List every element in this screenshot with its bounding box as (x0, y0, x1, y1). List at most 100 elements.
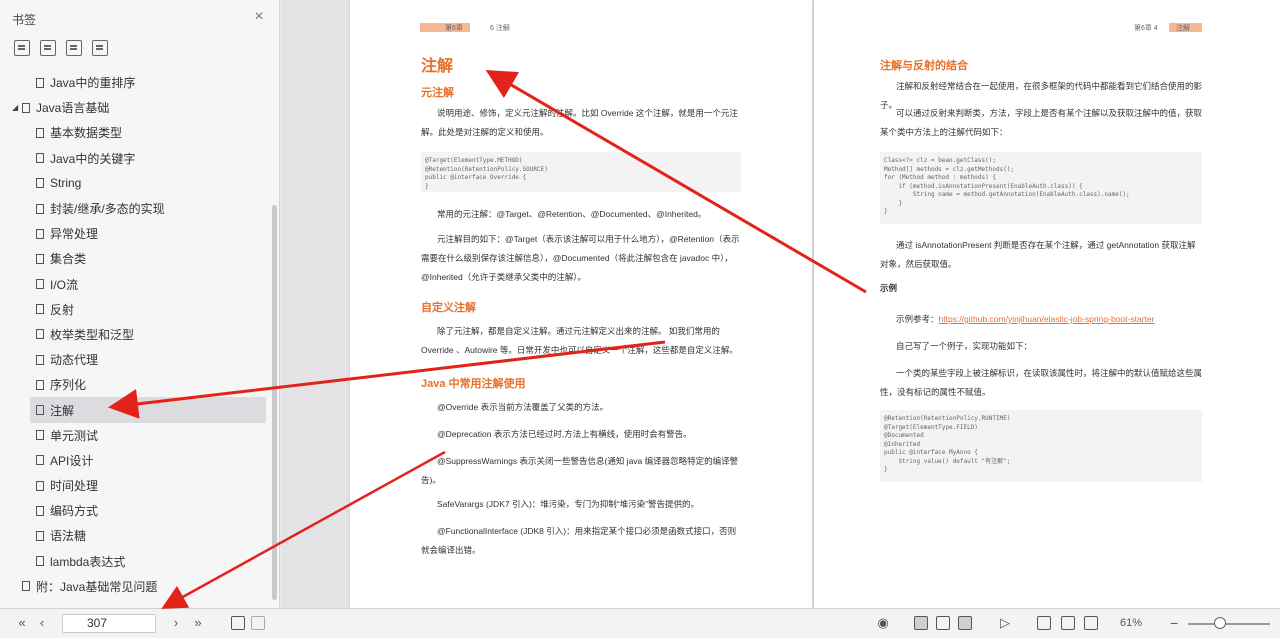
play-circle-icon[interactable]: ▷ (997, 615, 1013, 631)
document-icon (36, 178, 44, 189)
document-icon (36, 253, 44, 264)
document-icon (36, 455, 44, 466)
list-item: @FunctionalInterface (JDK8 引入)：用来指定某个接口必… (421, 526, 737, 555)
eye-icon[interactable]: ◉ (875, 615, 891, 631)
zoom-out-icon[interactable]: − (1170, 615, 1178, 631)
toc-item-exceptions[interactable]: 异常处理 (0, 221, 270, 246)
document-icon (22, 102, 30, 113)
document-icon (36, 379, 44, 390)
reference-line: 示例参考：https://github.com/yinjihuan/elasti… (896, 314, 1155, 324)
document-viewport[interactable]: 第6章 6 注解 注解 元注解 说明用途、修饰，定义元注解的注解。比如 Over… (281, 0, 1280, 608)
toc-item-time[interactable]: 时间处理 (0, 473, 270, 498)
document-icon (36, 480, 44, 491)
toc-item-string[interactable]: String (0, 171, 270, 196)
header-left-text: 第6章 (445, 25, 463, 32)
document-icon (36, 279, 44, 290)
bookmark-icon[interactable] (92, 40, 108, 56)
code-block: Class<?> clz = bean.getClass(); Method[]… (880, 152, 1202, 224)
zoom-slider-track[interactable] (1188, 623, 1270, 625)
fit-page-icon[interactable] (1061, 616, 1075, 630)
toc-item-unit-test[interactable]: 单元测试 (0, 423, 270, 448)
paragraph: 常用的元注解：@Target、@Retention、@Documented、@I… (437, 209, 707, 219)
page-left: 第6章 6 注解 注解 元注解 说明用途、修饰，定义元注解的注解。比如 Over… (350, 0, 812, 608)
toc-item-encoding[interactable]: 编码方式 (0, 498, 270, 523)
list-item: @SuppressWarnings 表示关闭一些警告信息(通知 java 编译器… (421, 456, 739, 485)
bookmark-comment-icon[interactable] (40, 40, 56, 56)
toc-item-java-basics[interactable]: ◢ Java语言基础 (0, 95, 270, 120)
paragraph: 一个类的某些字段上被注解标识，在读取该属性时，将注解中的默认值赋给这些属性，没有… (880, 368, 1203, 397)
list-item: SafeVarargs (JDK7 引入)：堆污染，专门为抑制“堆污染”警告提供… (437, 499, 699, 509)
document-icon (36, 304, 44, 315)
section-title: 注解与反射的结合 (880, 60, 968, 72)
toc-item-collections[interactable]: 集合类 (0, 246, 270, 271)
toc-item-syntactic-sugar[interactable]: 语法糖 (0, 523, 270, 548)
sidebar-scrollbar[interactable] (272, 205, 277, 600)
toc-item-annotations[interactable]: 注解 (30, 397, 266, 423)
close-icon[interactable]: × (250, 8, 268, 26)
edit-page-icon[interactable] (936, 616, 950, 630)
document-icon (36, 556, 44, 567)
page-right: 第6章 4 注解 注解与反射的结合 注解和反射经常结合在一起使用，在很多框架的代… (814, 0, 1280, 608)
first-page-icon[interactable]: « (14, 615, 30, 631)
reference-link[interactable]: https://github.com/yinjihuan/elastic-job… (939, 314, 1155, 324)
paragraph: 自己写了一个例子，实现功能如下： (896, 341, 1033, 351)
document-icon (36, 430, 44, 441)
bookmark-add-icon[interactable] (14, 40, 30, 56)
toc-item-io[interactable]: I/O流 (0, 272, 270, 297)
toc-item-reorder[interactable]: Java中的重排序 (0, 70, 270, 95)
toc-item-oop[interactable]: 封装/继承/多态的实现 (0, 196, 270, 221)
section-title-meta: 元注解 (421, 87, 454, 99)
document-icon (36, 329, 44, 340)
paragraph: 可以通过反射来判断类，方法，字段上是否有某个注解以及获取注解中的值，获取某个类中… (880, 108, 1203, 137)
paragraph: 说明用途、修饰，定义元注解的注解。比如 Override 这个注解，就是用一个元… (421, 108, 738, 137)
prev-page-icon[interactable]: ‹ (34, 615, 50, 631)
bookmark-sidebar: 书签 × Java中的重排序 ◢ Java语言基础 基本数据类型 Java中的关键… (0, 0, 280, 608)
document-icon (22, 581, 30, 592)
section-title-common: Java 中常用注解使用 (421, 378, 526, 390)
bookmark-list: Java中的重排序 ◢ Java语言基础 基本数据类型 Java中的关键字 Str… (0, 70, 270, 599)
page-title: 注解 (421, 58, 454, 75)
sidebar-title: 书签 (12, 13, 37, 27)
example-label: 示例 (880, 283, 898, 293)
header-left-text: 第6章 4 (1134, 25, 1158, 32)
last-page-icon[interactable]: » (190, 615, 206, 631)
toc-item-lambda[interactable]: lambda表达式 (0, 549, 270, 574)
code-block: @Target(ElementType.METHOD) @Retention(R… (421, 152, 741, 192)
header-right-text: 注解 (1176, 25, 1190, 32)
expand-arrow-icon[interactable]: ◢ (12, 103, 18, 112)
document-icon (36, 127, 44, 138)
play-icon[interactable] (231, 616, 245, 630)
toc-item-faq[interactable]: 附：Java基础常见问题 (0, 574, 270, 599)
fit-width-icon[interactable] (1037, 616, 1051, 630)
bookmark-book-icon[interactable] (66, 40, 82, 56)
document-icon (36, 153, 44, 164)
document-icon (36, 77, 44, 88)
toc-item-api-design[interactable]: API设计 (0, 448, 270, 473)
paragraph: 通过 isAnnotationPresent 判断是否存在某个注解，通过 get… (880, 240, 1196, 269)
list-item: @Override 表示当前方法覆盖了父类的方法。 (437, 402, 609, 412)
section-title-custom: 自定义注解 (421, 302, 476, 314)
toc-item-dynamic-proxy[interactable]: 动态代理 (0, 347, 270, 372)
zoom-slider-knob[interactable] (1214, 617, 1226, 629)
single-page-icon[interactable] (914, 616, 928, 630)
document-icon (36, 530, 44, 541)
list-item: @Deprecation 表示方法已经过时,方法上有横线，使用时会有警告。 (437, 429, 692, 439)
toc-item-enums-generics[interactable]: 枚举类型和泛型 (0, 322, 270, 347)
toc-item-keywords[interactable]: Java中的关键字 (0, 146, 270, 171)
next-page-icon[interactable]: › (168, 615, 184, 631)
bottom-toolbar: « ‹ 307 › » ◉ ▷ 61% − (0, 608, 1280, 638)
toc-item-data-types[interactable]: 基本数据类型 (0, 120, 270, 145)
double-page-icon[interactable] (958, 616, 972, 630)
fullscreen-icon[interactable] (1084, 616, 1098, 630)
document-icon (36, 203, 44, 214)
header-right-text: 6 注解 (490, 25, 510, 32)
page-number-input[interactable]: 307 (62, 614, 156, 633)
document-icon (36, 405, 44, 416)
document-icon (36, 228, 44, 239)
paragraph: 元注解目的如下：@Target（表示该注解可以用于什么地方），@Retentio… (421, 234, 740, 282)
toc-item-serialization[interactable]: 序列化 (0, 372, 270, 397)
document-icon (36, 354, 44, 365)
toc-item-reflection[interactable]: 反射 (0, 297, 270, 322)
export-icon[interactable] (251, 616, 265, 630)
zoom-level[interactable]: 61% (1120, 617, 1142, 629)
